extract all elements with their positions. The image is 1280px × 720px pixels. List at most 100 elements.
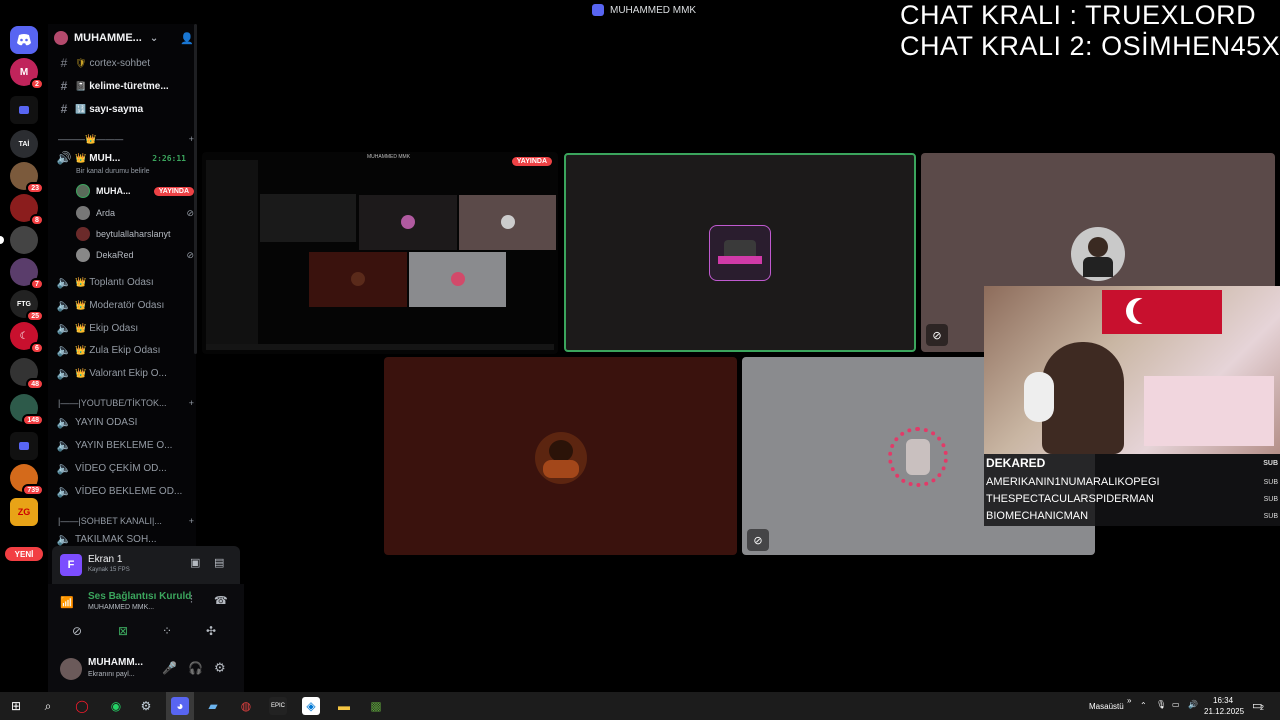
search-icon[interactable]: ⌕ — [39, 697, 57, 715]
avatar — [76, 248, 90, 262]
microphone-tray-icon[interactable]: 🎙 — [1156, 700, 1166, 709]
voice-user-streamer[interactable]: MUHA... YAYINDA — [76, 182, 194, 200]
crown-icon: 👑 — [75, 299, 87, 310]
network-icon[interactable]: ▭ — [1172, 700, 1180, 709]
server-icon-7[interactable]: 48 — [10, 358, 44, 390]
mention-badge: 7 — [30, 278, 44, 290]
server-icon-3[interactable]: 8 — [10, 194, 44, 226]
channel-emoji: 🛡 — [75, 57, 87, 68]
voice-channel-ekip[interactable]: 🔈 👑 Ekip Odası — [56, 319, 196, 337]
app-icon-2[interactable]: ◍ — [237, 697, 255, 715]
voice-channel-yayin-bekleme[interactable]: 🔈 YAYIN BEKLEME O... — [56, 436, 196, 454]
screen-share-icon[interactable]: ⊠ — [118, 624, 128, 638]
server-icon-5[interactable]: 7 — [10, 258, 44, 290]
notification-icon[interactable]: ▭ 2 — [1252, 699, 1264, 712]
folder-icon[interactable] — [10, 96, 38, 124]
scrollbar[interactable] — [194, 24, 197, 354]
muted-icon: ⊘ — [747, 529, 769, 551]
bed-shape — [1144, 376, 1274, 446]
guild-header[interactable]: MUHAMME... ⌄ 👤 — [54, 28, 194, 48]
add-member-icon[interactable]: 👤 — [180, 32, 194, 45]
participant-tile-3[interactable] — [384, 357, 737, 555]
discord-taskbar-icon[interactable]: ◕ — [171, 697, 189, 715]
voice-user-beytul[interactable]: beytulallaharslanyt — [76, 225, 194, 243]
app-icon-1[interactable]: ▰ — [204, 697, 222, 715]
server-icon-4[interactable] — [0, 226, 38, 254]
server-icon-zg[interactable]: ZG — [10, 498, 38, 526]
speaker-icon: 🔈 — [56, 275, 72, 289]
gear-icon[interactable]: ⚙ — [214, 660, 226, 676]
sub-row: THESPECTACULARSPIDERMAN SUB — [986, 493, 1278, 505]
category-header-1[interactable]: ———👑——— + — [58, 132, 194, 146]
voice-channel-moderator[interactable]: 🔈 👑 Moderatör Odası — [56, 296, 196, 314]
server-icon-muhammed[interactable]: M2 — [10, 58, 44, 90]
clock-time[interactable]: 16:34 — [1213, 696, 1233, 705]
streamer-figure — [1042, 342, 1124, 454]
channel-name: VİDEO ÇEKİM OD... — [75, 462, 167, 474]
server-icon-tai[interactable]: TAİ — [10, 130, 38, 158]
user-avatar[interactable] — [60, 658, 82, 680]
voice-channel-video-bekleme[interactable]: 🔈 VİDEO BEKLEME OD... — [56, 482, 196, 500]
server-icon-9[interactable]: 739 — [10, 464, 44, 496]
windows-start-icon[interactable]: ⊞ — [7, 697, 25, 715]
category-header-3[interactable]: |——| SOHBET KANALI|... + — [58, 514, 194, 528]
camera-off-icon[interactable]: ⊘ — [72, 624, 82, 638]
headphones-icon[interactable]: 🎧 — [188, 661, 203, 675]
desktop-label[interactable]: Masaüstü — [1089, 702, 1124, 711]
voice-channel-toplanti[interactable]: 🔈 👑 Toplantı Odası — [56, 273, 196, 291]
user-name[interactable]: MUHAMM... — [88, 657, 143, 668]
volume-icon[interactable]: 🔊 — [1188, 700, 1198, 709]
stream-settings-icon[interactable]: ▤ — [214, 556, 224, 569]
clock-date[interactable]: 21.12.2025 — [1204, 707, 1244, 716]
speaker-icon: 🔈 — [56, 415, 72, 429]
minecraft-icon[interactable]: ▩ — [367, 697, 385, 715]
overflow-icon[interactable]: » — [1127, 696, 1131, 705]
whatsapp-icon[interactable]: ◉ — [107, 697, 125, 715]
folder-icon-2[interactable] — [10, 432, 38, 460]
participant-tile-speaking[interactable] — [564, 153, 916, 352]
voice-channel-name[interactable]: MUHAMMED MMK... — [88, 604, 154, 611]
participant-avatar — [888, 427, 948, 487]
opera-icon[interactable]: ◯ — [73, 697, 91, 715]
activities-icon[interactable]: ⁘ — [162, 624, 172, 638]
soundboard-icon[interactable]: ✣ — [206, 624, 216, 638]
file-explorer-icon[interactable]: ▬ — [335, 697, 353, 715]
channel-name: TAKILMAK SOH... — [75, 533, 157, 545]
voice-user-arda[interactable]: Arda ⊘ — [76, 204, 194, 222]
epic-games-icon[interactable]: EPIC — [269, 697, 287, 715]
stop-stream-icon[interactable]: ▣ — [190, 556, 200, 569]
channel-kelime[interactable]: # 📓 kelime-türetme... — [56, 77, 196, 95]
steam-icon[interactable]: ⚙ — [137, 697, 155, 715]
channel-name: Moderatör Odası — [89, 299, 165, 311]
voice-channel-valorant[interactable]: 🔈 👑 Valorant Ekip O... — [56, 364, 196, 382]
channel-sayi[interactable]: # 🔢 sayı-sayma — [56, 100, 196, 118]
chevron-down-icon[interactable]: ⌄ — [150, 33, 158, 44]
channel-name: Toplantı Odası — [89, 276, 154, 288]
server-icon-2[interactable]: 23 — [10, 162, 44, 194]
voice-channel-zula[interactable]: 🔈 👑 Zula Ekip Odası — [56, 341, 196, 359]
voice-channel-yayin[interactable]: 🔈 YAYIN ODASI — [56, 413, 196, 431]
stream-owner-icon — [592, 4, 604, 16]
app-icon-3[interactable]: ◈ — [302, 697, 320, 715]
add-channel-icon[interactable]: + — [189, 516, 194, 526]
add-channel-icon[interactable]: + — [189, 398, 194, 408]
channel-cortex[interactable]: # 🛡 cortex-sohbet — [56, 54, 196, 72]
server-icon-8[interactable]: 148 — [10, 394, 44, 426]
microphone-icon[interactable]: 🎤 — [162, 661, 177, 675]
voice-user-dekared[interactable]: DekaRed ⊘ — [76, 246, 194, 264]
server-icon-ftg[interactable]: FTG 25 — [10, 290, 44, 322]
noise-suppression-icon[interactable]: ⫶ — [190, 594, 193, 607]
category-header-2[interactable]: |——| YOUTUBE/TİKTOK... + — [58, 396, 194, 410]
chevron-up-icon[interactable]: ⌃ — [1140, 701, 1147, 710]
voice-channel-video-cekim[interactable]: 🔈 VİDEO ÇEKİM OD... — [56, 459, 196, 477]
avatar — [76, 206, 90, 220]
discord-home-icon[interactable] — [10, 26, 38, 54]
voice-timer: 2:26:11 — [152, 153, 186, 163]
taskbar: ⊞ ⌕ ◯ ◉ ⚙ ◕ ▰ ◍ EPIC ◈ ▬ ▩ Masaüstü » ⌃ … — [0, 692, 1280, 720]
mention-badge: 23 — [26, 182, 44, 194]
channel-sidebar: MUHAMME... ⌄ 👤 # 🛡 cortex-sohbet # 📓 kelime-… — [48, 24, 244, 692]
disconnect-icon[interactable]: ☎ — [214, 594, 228, 607]
screen-share-tile[interactable]: MUHAMMED MMK YAYINDA — [202, 152, 558, 354]
new-badge: YENİ — [5, 547, 43, 561]
server-icon-turkey[interactable]: ☾ 6 — [10, 322, 44, 354]
